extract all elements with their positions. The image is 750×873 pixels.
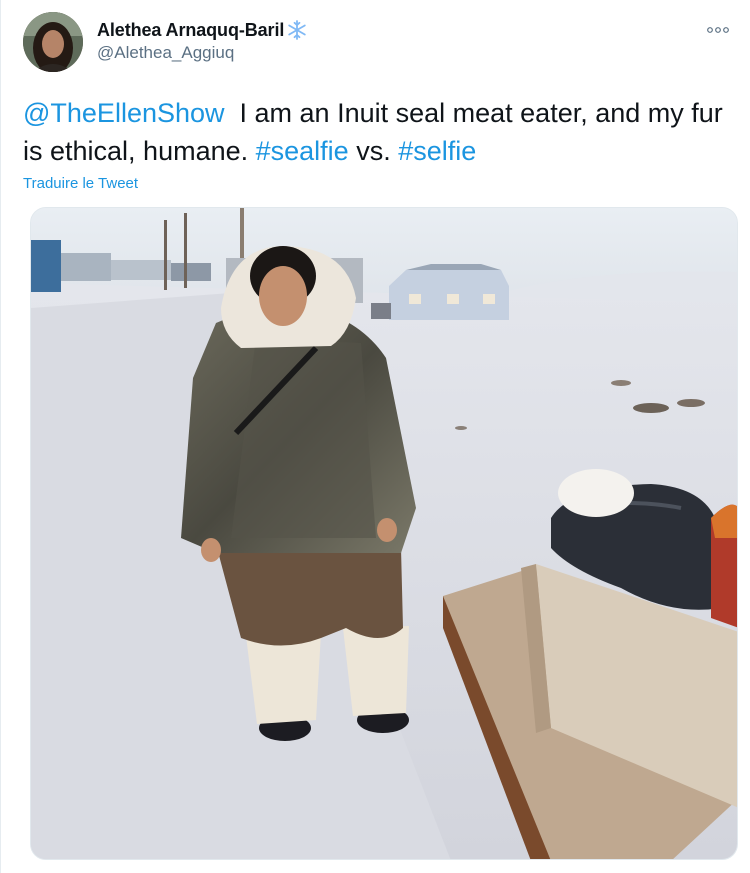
snowflake-icon bbox=[286, 19, 308, 41]
tweet-card: Alethea Arnaquq-Baril @Alethea_Aggiuq @T… bbox=[0, 0, 750, 873]
more-options-button[interactable] bbox=[703, 20, 733, 40]
tweet-body-text-vs: vs. bbox=[348, 136, 399, 166]
avatar[interactable] bbox=[23, 12, 83, 72]
more-horizontal-icon bbox=[707, 27, 729, 33]
tweet-photo[interactable] bbox=[30, 207, 738, 860]
display-name[interactable]: Alethea Arnaquq-Baril bbox=[97, 20, 284, 41]
translate-tweet-link[interactable]: Traduire le Tweet bbox=[23, 175, 138, 192]
tweet-text: @TheEllenShow I am an Inuit seal meat ea… bbox=[23, 94, 723, 170]
user-handle[interactable]: @Alethea_Aggiuq bbox=[97, 43, 234, 63]
hashtag-link-selfie[interactable]: #selfie bbox=[398, 136, 476, 166]
hashtag-link-sealfie[interactable]: #sealfie bbox=[256, 136, 349, 166]
mention-link[interactable]: @TheEllenShow bbox=[23, 98, 225, 128]
name-row: Alethea Arnaquq-Baril bbox=[97, 18, 308, 42]
